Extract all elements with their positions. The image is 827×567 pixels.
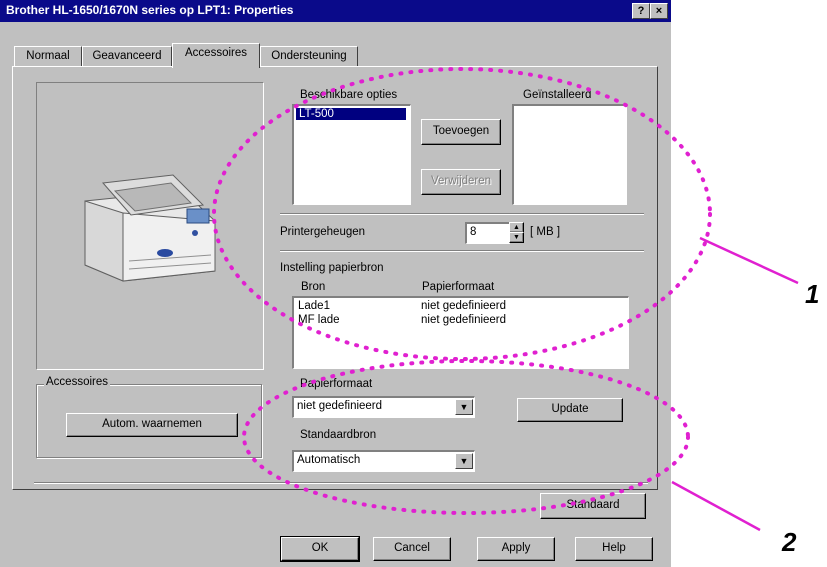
- separator: [280, 250, 644, 252]
- remove-button[interactable]: Verwijderen: [421, 169, 501, 195]
- paper-source-label: Instelling papierbron: [280, 262, 384, 274]
- paper-source-table[interactable]: Lade1 niet gedefinieerd MF lade niet ged…: [292, 296, 629, 369]
- table-cell-source[interactable]: Lade1: [298, 300, 330, 312]
- title-bar[interactable]: Brother HL-1650/1670N series op LPT1: Pr…: [0, 0, 671, 22]
- window-title: Brother HL-1650/1670N series op LPT1: Pr…: [6, 3, 294, 17]
- column-header-source: Bron: [301, 281, 326, 293]
- chevron-down-icon[interactable]: ▼: [455, 399, 473, 415]
- callout-label-2: 2: [782, 527, 797, 557]
- memory-value: 8: [470, 226, 477, 238]
- leader-line-1: [699, 236, 799, 285]
- table-cell-format[interactable]: niet gedefinieerd: [421, 314, 506, 326]
- column-header-format: Papierformaat: [422, 281, 495, 293]
- update-button[interactable]: Update: [517, 398, 623, 422]
- leader-line-2: [671, 480, 761, 532]
- memory-spinner[interactable]: ▲ ▼: [509, 222, 524, 243]
- available-options-label: Beschikbare opties: [300, 89, 398, 101]
- callout-label-1: 1: [805, 279, 820, 309]
- table-cell-format[interactable]: niet gedefinieerd: [421, 300, 506, 312]
- ok-button[interactable]: OK: [280, 536, 360, 562]
- paper-format-select[interactable]: niet gedefinieerd ▼: [292, 396, 475, 418]
- installed-label: Geïnstalleerd: [523, 89, 592, 101]
- chevron-down-icon[interactable]: ▼: [455, 453, 473, 469]
- default-source-select[interactable]: Automatisch ▼: [292, 450, 475, 472]
- printer-preview: [36, 82, 264, 370]
- properties-dialog: Brother HL-1650/1670N series op LPT1: Pr…: [0, 0, 671, 567]
- memory-field[interactable]: 8: [465, 222, 510, 244]
- help-title-button[interactable]: ?: [632, 3, 650, 19]
- apply-button[interactable]: Apply: [477, 537, 555, 561]
- available-options-list[interactable]: LT-500: [292, 104, 411, 205]
- add-button[interactable]: Toevoegen: [421, 119, 501, 145]
- close-title-button[interactable]: ×: [650, 3, 668, 19]
- default-source-value: Automatisch: [297, 454, 361, 466]
- accessories-group-label: Accessoires: [44, 376, 110, 388]
- list-item[interactable]: LT-500: [295, 107, 407, 121]
- separator: [34, 482, 648, 484]
- installed-list[interactable]: [512, 104, 627, 205]
- tab-normaal[interactable]: Normaal: [14, 46, 82, 67]
- standard-button[interactable]: Standaard: [540, 493, 646, 519]
- memory-unit: [ MB ]: [530, 226, 561, 238]
- separator: [280, 213, 644, 215]
- tab-accessoires[interactable]: Accessoires: [172, 43, 260, 68]
- default-source-label: Standaardbron: [300, 429, 377, 441]
- table-cell-source[interactable]: MF lade: [298, 314, 340, 326]
- tab-geavanceerd[interactable]: Geavanceerd: [82, 46, 172, 67]
- tab-ondersteuning[interactable]: Ondersteuning: [260, 46, 358, 67]
- autodetect-button[interactable]: Autom. waarnemen: [66, 413, 238, 437]
- paper-format-label: Papierformaat: [300, 378, 373, 390]
- printer-memory-label: Printergeheugen: [280, 226, 366, 238]
- printer-image: [84, 174, 216, 282]
- cancel-button[interactable]: Cancel: [373, 537, 451, 561]
- spin-down-icon[interactable]: ▼: [509, 232, 524, 243]
- paper-format-value: niet gedefinieerd: [297, 400, 383, 412]
- help-button[interactable]: Help: [575, 537, 653, 561]
